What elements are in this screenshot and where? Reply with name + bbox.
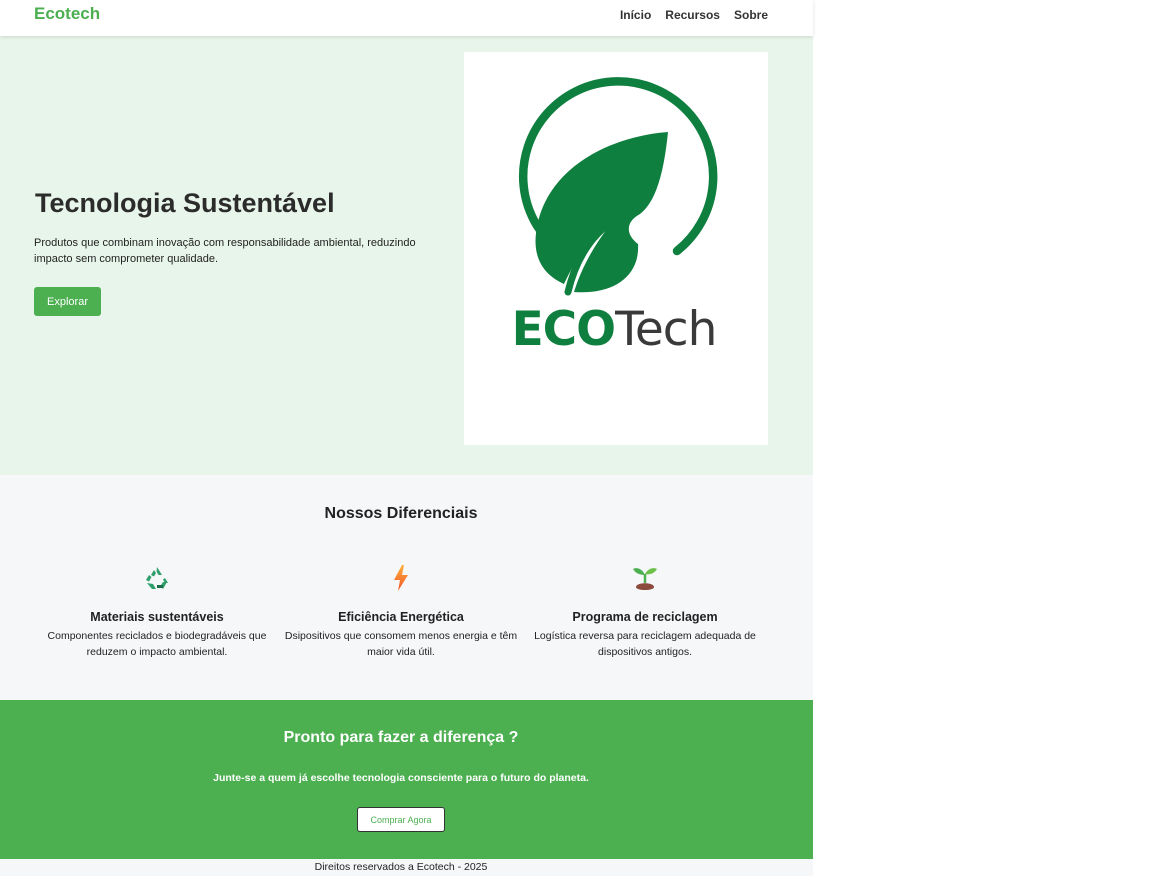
features-title: Nossos Diferenciais (324, 505, 478, 522)
page: Ecotech Início Recursos Sobre Tecnologia… (0, 0, 813, 876)
feature-title-energy: Eficiência Energética (338, 610, 464, 624)
cta-title: Pronto para fazer a diferença ? (283, 729, 519, 746)
hero-description: Produtos que combinam inovação com respo… (34, 237, 416, 265)
feature-text-recycling: Logística reversa para reciclagem adequa… (534, 630, 756, 658)
feature-card-recycling: Programa de reciclagem Logística reversa… (525, 563, 765, 660)
feature-title-recycling: Programa de reciclagem (572, 610, 718, 624)
footer: Direitos reservados a Ecotech - 2025 (0, 859, 813, 876)
cta-description: Junte-se a quem já escolhe tecnologia co… (213, 772, 589, 784)
nav-link-sobre[interactable]: Sobre (734, 8, 768, 22)
nav-link-recursos[interactable]: Recursos (665, 8, 720, 22)
buy-now-button[interactable]: Comprar Agora (357, 807, 445, 832)
feature-title-materials: Materiais sustentáveis (90, 610, 224, 624)
feature-text-materials: Componentes reciclados e biodegradáveis … (47, 630, 267, 658)
logo-text-eco: ECO (512, 302, 616, 357)
features-section: Nossos Diferenciais Materiais sustentáve… (0, 475, 813, 700)
recycle-icon (37, 563, 277, 593)
seedling-icon (525, 563, 765, 593)
logo-text-tech: Tech (614, 302, 716, 357)
feature-card-materials: Materiais sustentáveis Componentes recic… (37, 563, 277, 660)
hero-section: Tecnologia Sustentável Produtos que comb… (0, 36, 813, 475)
top-navbar: Ecotech Início Recursos Sobre (0, 0, 813, 36)
feature-text-energy: Dsipositivos que consomem menos energia … (284, 630, 518, 658)
footer-copyright: Direitos reservados a Ecotech - 2025 (314, 861, 488, 873)
main-nav: Início Recursos Sobre (620, 8, 768, 22)
brand-logo-link[interactable]: Ecotech (34, 4, 100, 24)
cta-section: Pronto para fazer a diferença ? Junte-se… (0, 700, 813, 859)
leaf-circle-icon: ECOTech (512, 77, 717, 357)
hero-title: Tecnologia Sustentável (35, 188, 335, 218)
svg-text:ECOTech: ECOTech (512, 302, 717, 357)
feature-card-energy: Eficiência Energética Dsipositivos que c… (281, 563, 521, 660)
hero-logo-image: ECOTech (464, 52, 768, 445)
nav-link-inicio[interactable]: Início (620, 8, 651, 22)
lightning-icon (281, 563, 521, 593)
explore-button[interactable]: Explorar (34, 287, 101, 316)
